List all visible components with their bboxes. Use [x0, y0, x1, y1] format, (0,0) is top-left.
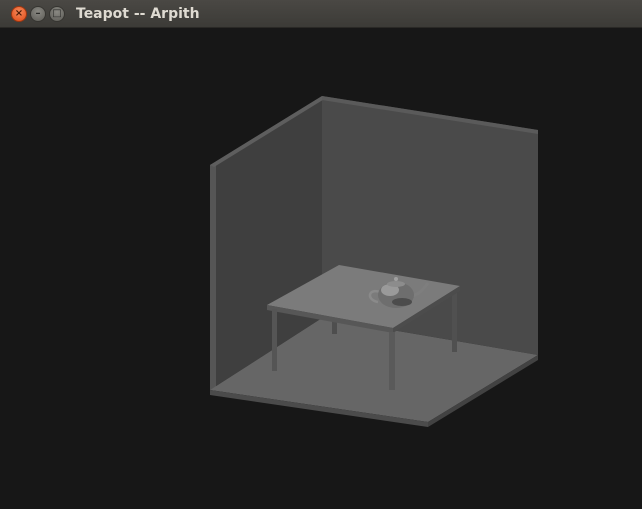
scene-canvas	[210, 96, 538, 427]
teapot-knob	[394, 277, 398, 281]
table-leg-front-left	[272, 309, 277, 371]
window-title: Teapot -- Arpith	[76, 6, 200, 22]
table-leg-back-right	[452, 290, 457, 352]
table-leg-front-right	[389, 332, 395, 390]
minimize-button[interactable]: –	[30, 6, 46, 22]
close-button[interactable]: ×	[11, 6, 27, 22]
app-window: × – □ Teapot -- Arpith	[0, 0, 642, 509]
maximize-button[interactable]: □	[49, 6, 65, 22]
render-viewport[interactable]	[0, 28, 642, 509]
teapot-lid	[387, 281, 405, 287]
title-bar[interactable]: × – □ Teapot -- Arpith	[0, 0, 642, 28]
left-wall-edge	[210, 162, 216, 390]
teapot-body-shade	[392, 298, 412, 306]
